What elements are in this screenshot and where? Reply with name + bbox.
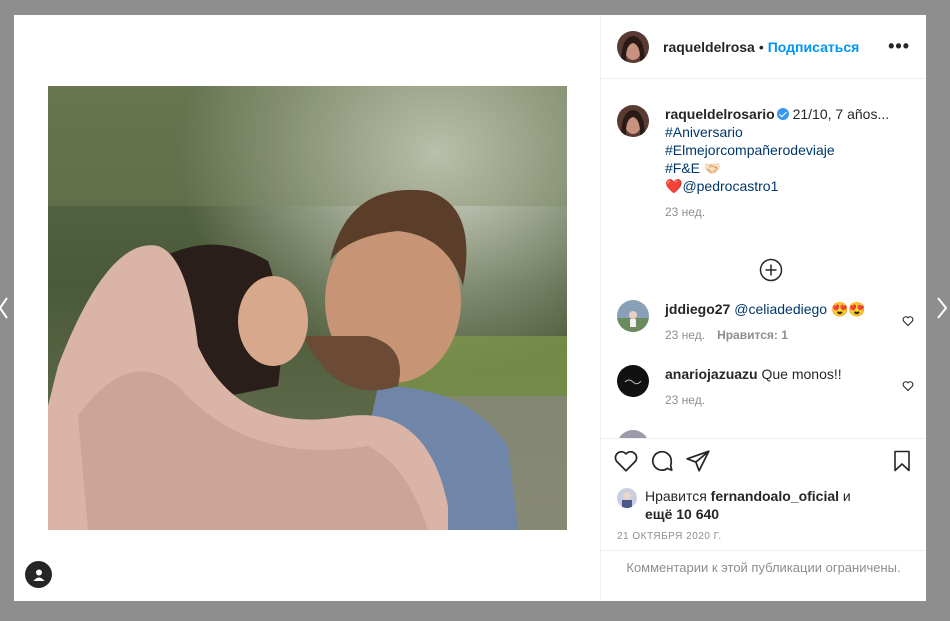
liker-username[interactable]: fernandoalo_oficial [711, 488, 839, 504]
previous-post-chevron-icon[interactable] [0, 296, 8, 325]
comment-mention[interactable]: @celiadediego [734, 301, 827, 317]
comment-item-partial [601, 430, 926, 438]
commenter-avatar[interactable] [617, 300, 649, 332]
heart-icon[interactable] [613, 448, 639, 479]
post-modal: raqueldelrosa • Подписаться ••• raquelde… [14, 15, 926, 601]
hashtag-companero[interactable]: #Elmejorcompañerodeviaje [665, 141, 910, 159]
caption-username[interactable]: raqueldelrosario [665, 106, 775, 122]
post-header: raqueldelrosa • Подписаться ••• [601, 15, 926, 79]
author-username[interactable]: raqueldelrosa [663, 39, 755, 55]
liker-avatar[interactable] [617, 488, 637, 508]
comment-text: 😍😍 [827, 301, 866, 317]
caption: raqueldelrosario 21/10, 7 años... #Anive… [601, 105, 926, 221]
comments-list[interactable]: raqueldelrosario 21/10, 7 años... #Anive… [601, 80, 926, 438]
comment-item: jddiego27 @celiadediego 😍😍 23 нед. Нравит… [601, 300, 926, 344]
comment-likes[interactable]: Нравится: 1 [717, 328, 788, 342]
post-side-panel: raqueldelrosa • Подписаться ••• raquelde… [601, 15, 926, 601]
comments-limited-notice: Комментарии к этой публикации ограничены… [601, 550, 926, 601]
comment-item: anariojazuazu Que monos!! 23 нед. [601, 365, 926, 409]
commenter-avatar[interactable] [617, 365, 649, 397]
likes-count[interactable]: ещё 10 640 [645, 506, 719, 522]
mention-pedrocastro[interactable]: @pedrocastro1 [682, 178, 778, 194]
bookmark-icon[interactable] [890, 448, 914, 479]
user-tag-icon[interactable] [25, 561, 52, 588]
comment-time[interactable]: 23 нед. [665, 328, 705, 342]
comment-like-heart-icon[interactable] [902, 314, 914, 332]
comment-body: jddiego27 @celiadediego 😍😍 23 нед. Нравит… [665, 300, 910, 344]
follow-button[interactable]: Подписаться [768, 39, 860, 55]
commenter-avatar[interactable] [617, 430, 649, 438]
share-icon[interactable] [685, 448, 711, 479]
comment-body: anariojazuazu Que monos!! 23 нед. [665, 365, 910, 409]
hashtag-fe[interactable]: #F&E 🤝🏻 [665, 159, 910, 177]
separator-dot: • [758, 38, 764, 55]
verified-badge-icon [776, 108, 789, 120]
comment-text: Que monos!! [761, 366, 842, 382]
post-media [14, 15, 601, 601]
caption-time[interactable]: 23 нед. [665, 203, 910, 221]
comment-username[interactable]: jddiego27 [665, 301, 730, 317]
post-photo[interactable] [48, 86, 567, 530]
hashtag-aniversario[interactable]: #Aniversario [665, 123, 910, 141]
caption-avatar[interactable] [617, 105, 649, 137]
likes-summary: Нравится fernandoalo_oficial и ещё 10 64… [601, 487, 926, 523]
plus-circle-icon[interactable] [759, 258, 783, 287]
caption-body: raqueldelrosario 21/10, 7 años... #Anive… [665, 105, 910, 221]
comment-icon[interactable] [649, 448, 675, 479]
next-post-chevron-icon[interactable] [936, 296, 948, 325]
comment-time[interactable]: 23 нед. [665, 393, 705, 407]
comment-like-heart-icon[interactable] [902, 379, 914, 397]
likes-prefix: Нравится [645, 488, 711, 504]
likes-mid: и [839, 488, 851, 504]
author-avatar[interactable] [617, 30, 649, 63]
heart-emoji: ❤️ [665, 178, 683, 194]
post-date[interactable]: 21 ОКТЯБРЯ 2020 Г. [601, 531, 926, 542]
comment-username[interactable]: anariojazuazu [665, 366, 758, 382]
post-actions: Нравится fernandoalo_oficial и ещё 10 64… [601, 438, 926, 551]
more-options-icon[interactable]: ••• [888, 36, 910, 57]
caption-text: 21/10, 7 años... [792, 106, 890, 122]
